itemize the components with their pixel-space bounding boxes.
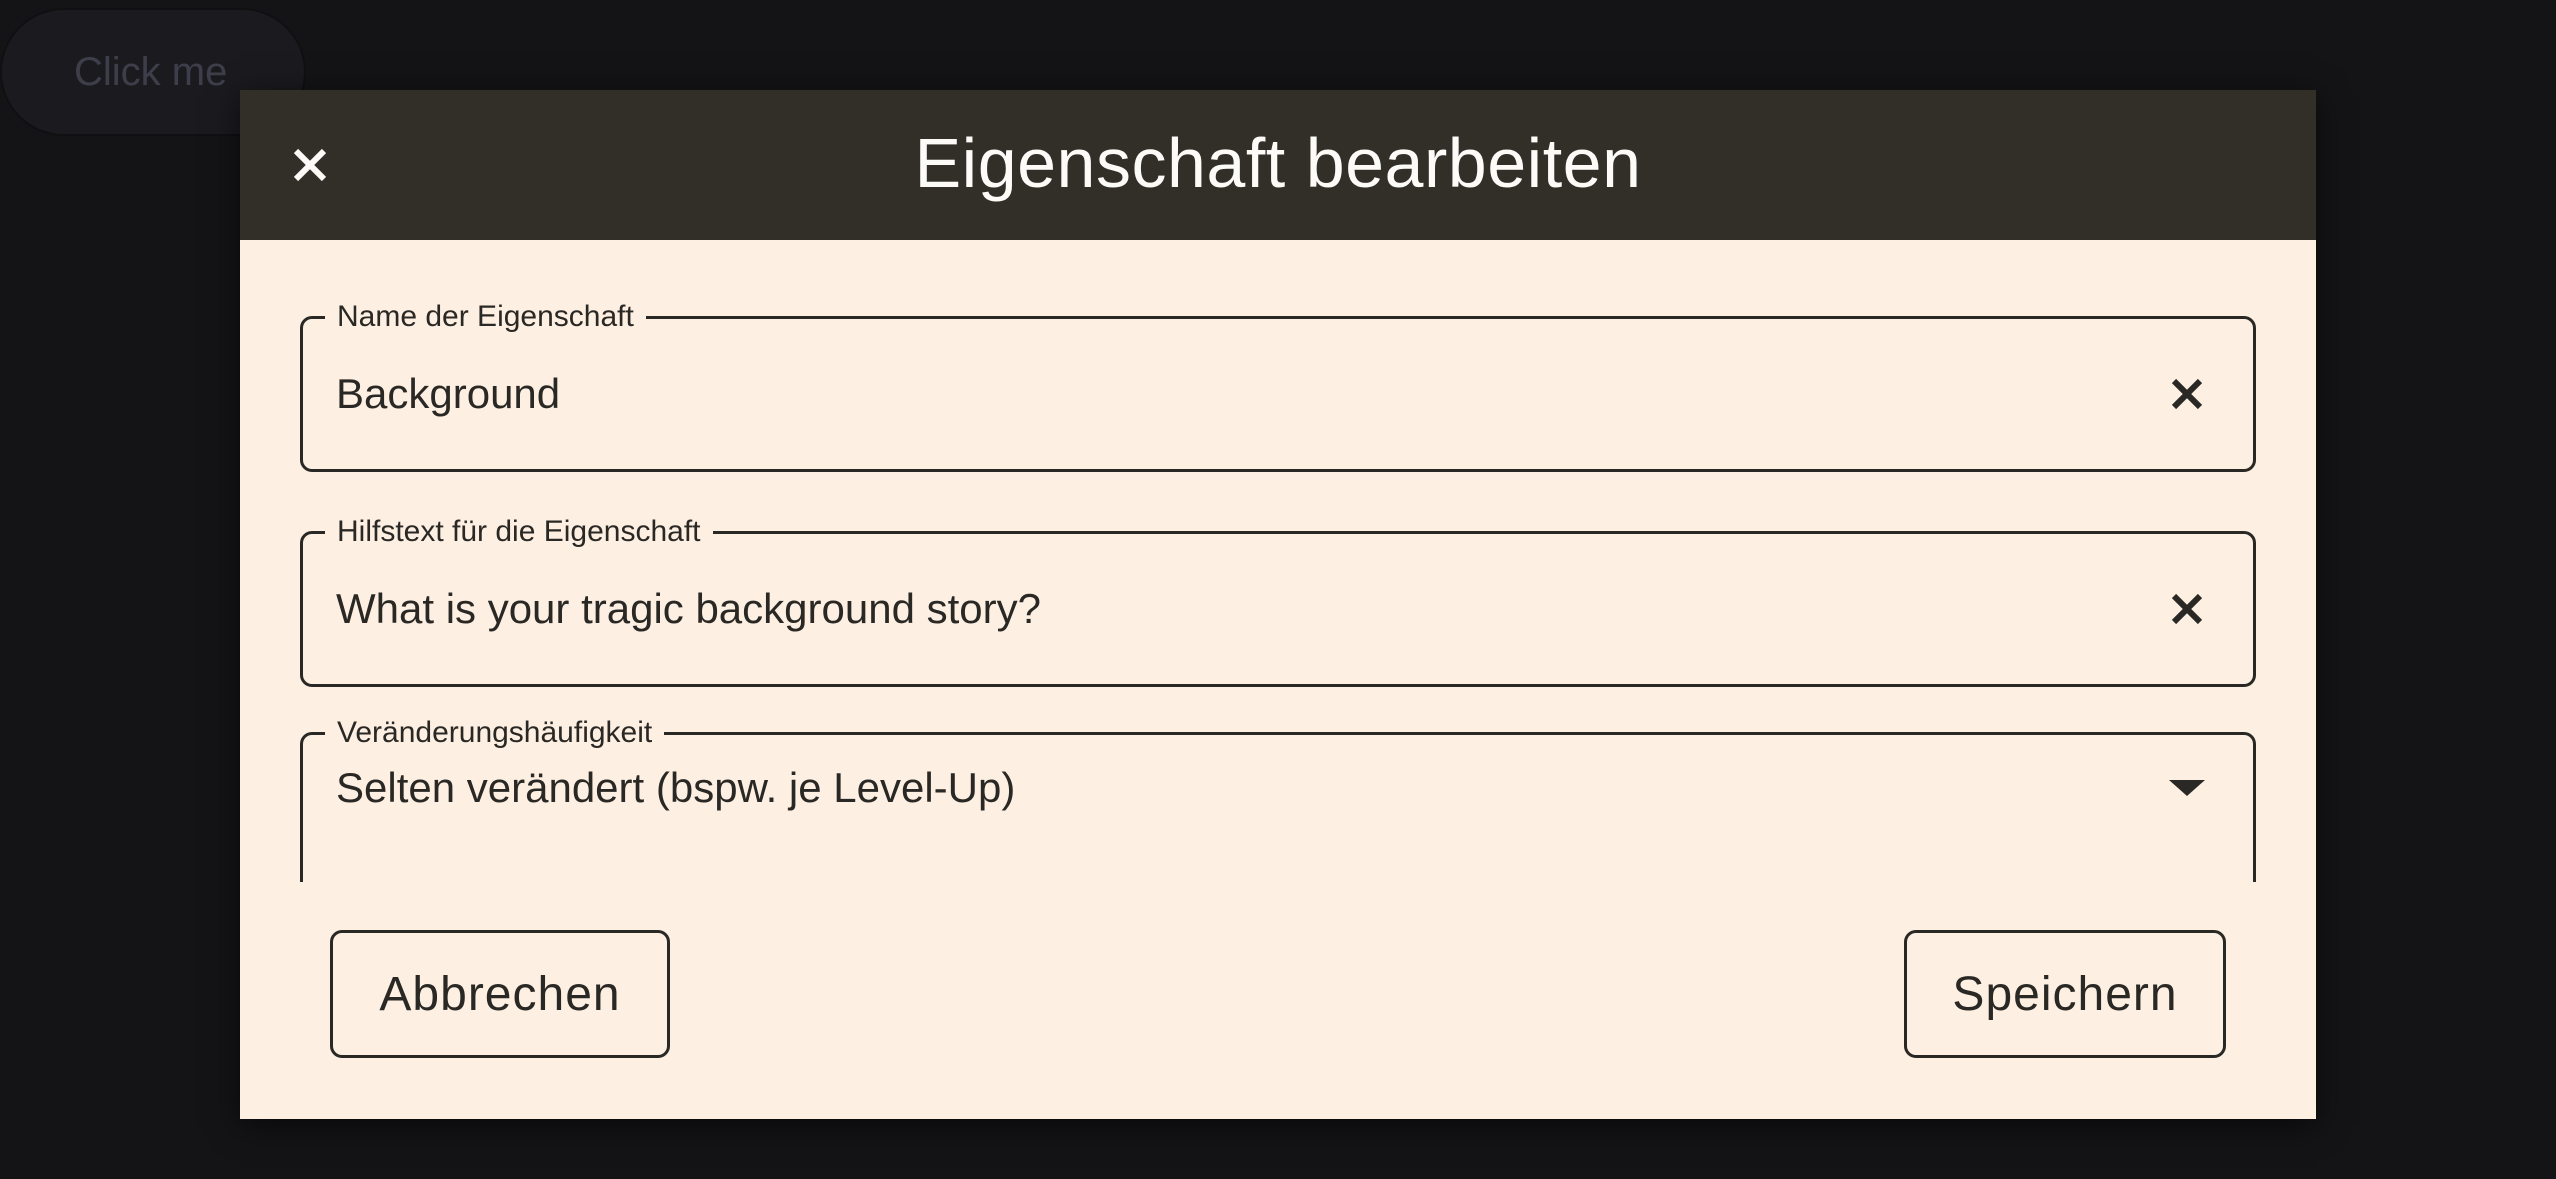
close-dialog-button[interactable] xyxy=(280,135,340,195)
property-name-field[interactable]: Name der Eigenschaft Background xyxy=(300,299,2256,472)
dropdown-arrow-icon xyxy=(2169,780,2205,796)
dialog-title: Eigenschaft bearbeiten xyxy=(914,124,1642,202)
dialog-header: Eigenschaft bearbeiten xyxy=(240,90,2316,240)
edit-property-dialog: Eigenschaft bearbeiten Name der Eigensch… xyxy=(240,90,2316,1119)
save-button[interactable]: Speichern xyxy=(1904,930,2226,1058)
clear-icon xyxy=(2171,593,2203,625)
clear-hint-button[interactable] xyxy=(2157,579,2217,639)
clear-icon xyxy=(2171,378,2203,410)
close-icon xyxy=(293,148,327,182)
change-frequency-dropdown-button[interactable] xyxy=(2157,758,2217,818)
change-frequency-value[interactable]: Selten verändert (bspw. je Level-Up) xyxy=(336,713,1015,863)
cancel-button[interactable]: Abbrechen xyxy=(330,930,670,1058)
property-name-input[interactable]: Background xyxy=(336,319,560,469)
property-hint-input[interactable]: What is your tragic background story? xyxy=(336,534,1041,684)
property-hint-field[interactable]: Hilfstext für die Eigenschaft What is yo… xyxy=(300,514,2256,687)
change-frequency-select[interactable]: Veränderungshäufigkeit Selten verändert … xyxy=(300,715,2256,882)
clear-name-button[interactable] xyxy=(2157,364,2217,424)
